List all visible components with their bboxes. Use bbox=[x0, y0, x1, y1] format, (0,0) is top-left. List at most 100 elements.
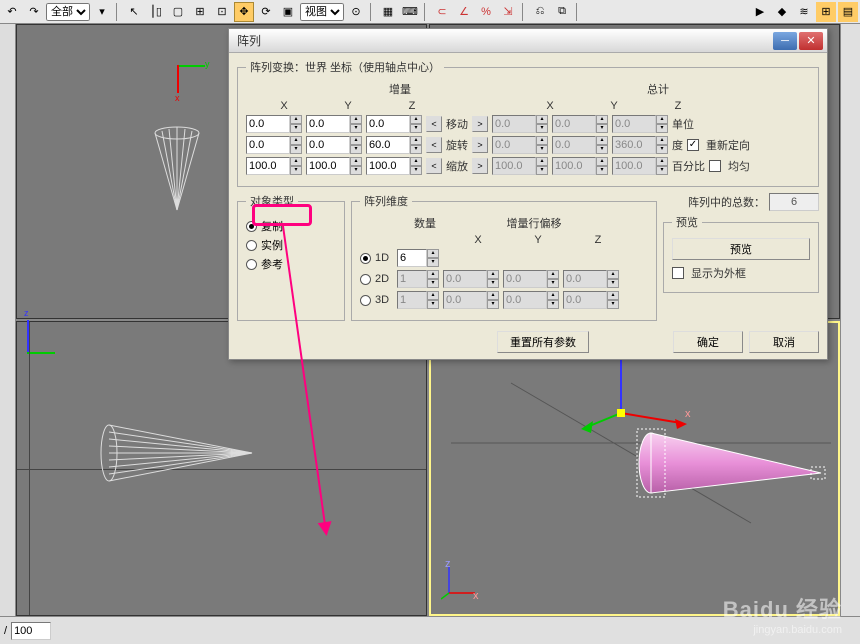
rot-ix-input[interactable] bbox=[246, 136, 290, 154]
undo-icon[interactable]: ↶ bbox=[2, 2, 22, 22]
uniform-checkbox[interactable] bbox=[709, 160, 721, 172]
scale-iy-input[interactable] bbox=[306, 157, 350, 175]
spinner-icon[interactable]: ▴▾ bbox=[427, 291, 439, 309]
minimize-button[interactable]: ─ bbox=[773, 32, 797, 50]
scale-tz-input bbox=[612, 157, 656, 175]
move-iy-input[interactable] bbox=[306, 115, 350, 133]
move-icon[interactable]: ✥ bbox=[234, 2, 254, 22]
scope-select[interactable]: 全部 bbox=[46, 3, 90, 21]
spinner-icon[interactable]: ▴▾ bbox=[547, 291, 559, 309]
wireframe-checkbox-row[interactable]: 显示为外框 bbox=[672, 265, 810, 281]
refsys-select[interactable]: 视图 bbox=[300, 3, 344, 21]
layers-icon[interactable]: ◆ bbox=[772, 2, 792, 22]
group-legend: 阵列维度 bbox=[360, 193, 412, 209]
move-iz-input[interactable] bbox=[366, 115, 410, 133]
spinner-icon[interactable]: ▴▾ bbox=[350, 157, 362, 175]
scale-icon[interactable]: ▣ bbox=[278, 2, 298, 22]
spinner-icon[interactable]: ▴▾ bbox=[350, 136, 362, 154]
select-window-icon[interactable]: ⊞ bbox=[190, 2, 210, 22]
spinner-icon[interactable]: ▴▾ bbox=[536, 157, 548, 175]
schematic-icon[interactable]: ⊞ bbox=[816, 2, 836, 22]
spinner-icon[interactable]: ▴▾ bbox=[607, 291, 619, 309]
spinner-icon[interactable]: ▴▾ bbox=[536, 136, 548, 154]
spinner-icon[interactable]: ▴▾ bbox=[410, 157, 422, 175]
spinner-icon[interactable]: ▴▾ bbox=[536, 115, 548, 133]
scale-ix-input[interactable] bbox=[246, 157, 290, 175]
move-ix-input[interactable] bbox=[246, 115, 290, 133]
dialog-title-text: 阵列 bbox=[233, 32, 261, 49]
align-icon[interactable]: ▶ bbox=[750, 2, 770, 22]
right-arrow-icon[interactable]: > bbox=[472, 116, 488, 132]
redo-icon[interactable]: ↷ bbox=[24, 2, 44, 22]
select-name-icon[interactable]: ⎮▯ bbox=[146, 2, 166, 22]
left-arrow-icon[interactable]: < bbox=[426, 158, 442, 174]
reorient-checkbox[interactable] bbox=[687, 139, 699, 151]
instance-radio[interactable]: 实例 bbox=[246, 237, 336, 253]
command-panel[interactable] bbox=[840, 24, 860, 616]
right-arrow-icon[interactable]: > bbox=[472, 158, 488, 174]
material-icon[interactable]: ▤ bbox=[838, 2, 858, 22]
copy-radio[interactable]: 复制 bbox=[246, 218, 336, 234]
left-arrow-icon[interactable]: < bbox=[426, 116, 442, 132]
cone-shaded[interactable] bbox=[631, 423, 831, 523]
right-arrow-icon[interactable]: > bbox=[472, 137, 488, 153]
main-toolbar: ↶ ↷ 全部 ▾ ↖ ⎮▯ ▢ ⊞ ⊡ ✥ ⟳ ▣ 视图 ⊙ ▦ ⌨ ⊂ ∠ %… bbox=[0, 0, 860, 24]
grid-v bbox=[29, 322, 30, 615]
left-arrow-icon[interactable]: < bbox=[426, 137, 442, 153]
percent-snap-icon[interactable]: % bbox=[476, 2, 496, 22]
curve-editor-icon[interactable]: ≋ bbox=[794, 2, 814, 22]
spinner-icon[interactable]: ▴▾ bbox=[487, 291, 499, 309]
spinner-icon[interactable]: ▴▾ bbox=[596, 136, 608, 154]
keyboard-icon[interactable]: ⌨ bbox=[400, 2, 420, 22]
reset-button[interactable]: 重置所有参数 bbox=[497, 331, 589, 353]
mirror-icon[interactable]: ⧉ bbox=[552, 2, 572, 22]
dropdown-icon[interactable]: ▾ bbox=[92, 2, 112, 22]
spinner-icon[interactable]: ▴▾ bbox=[596, 115, 608, 133]
cancel-button[interactable]: 取消 bbox=[749, 331, 819, 353]
spinner-icon[interactable]: ▴▾ bbox=[427, 249, 439, 267]
select-rect-icon[interactable]: ▢ bbox=[168, 2, 188, 22]
rot-iz-input[interactable] bbox=[366, 136, 410, 154]
spinner-icon[interactable]: ▴▾ bbox=[656, 157, 668, 175]
spinner-icon[interactable]: ▴▾ bbox=[487, 270, 499, 288]
move-tz-input bbox=[612, 115, 656, 133]
viewport-left[interactable]: z bbox=[16, 321, 427, 616]
ok-button[interactable]: 确定 bbox=[673, 331, 743, 353]
preview-button[interactable]: 预览 bbox=[672, 238, 810, 260]
manip-icon[interactable]: ▦ bbox=[378, 2, 398, 22]
rotate-icon[interactable]: ⟳ bbox=[256, 2, 276, 22]
snap-icon[interactable]: ⊂ bbox=[432, 2, 452, 22]
spinner-icon[interactable]: ▴▾ bbox=[607, 270, 619, 288]
center-icon[interactable]: ⊙ bbox=[346, 2, 366, 22]
unit-label: 度 bbox=[672, 137, 683, 153]
spinner-icon[interactable]: ▴▾ bbox=[427, 270, 439, 288]
angle-snap-icon[interactable]: ∠ bbox=[454, 2, 474, 22]
spinner-icon[interactable]: ▴▾ bbox=[290, 115, 302, 133]
spinner-snap-icon[interactable]: ⇲ bbox=[498, 2, 518, 22]
scale-iz-input[interactable] bbox=[366, 157, 410, 175]
viewport-perspective[interactable]: 透视 z x bbox=[429, 321, 840, 616]
wireframe-checkbox[interactable] bbox=[672, 267, 684, 279]
spinner-icon[interactable]: ▴▾ bbox=[656, 136, 668, 154]
reference-radio[interactable]: 参考 bbox=[246, 256, 336, 272]
named-sel-icon[interactable]: ⎌ bbox=[530, 2, 550, 22]
spinner-icon[interactable]: ▴▾ bbox=[290, 157, 302, 175]
dim-2d-radio[interactable] bbox=[360, 274, 371, 285]
rot-iy-input[interactable] bbox=[306, 136, 350, 154]
dim-1d-radio[interactable] bbox=[360, 253, 371, 264]
spinner-icon[interactable]: ▴▾ bbox=[290, 136, 302, 154]
close-button[interactable]: ✕ bbox=[799, 32, 823, 50]
frame-input[interactable] bbox=[11, 622, 51, 640]
dialog-titlebar[interactable]: 阵列 ─ ✕ bbox=[229, 29, 827, 53]
spinner-icon[interactable]: ▴▾ bbox=[410, 115, 422, 133]
spinner-icon[interactable]: ▴▾ bbox=[350, 115, 362, 133]
spinner-icon[interactable]: ▴▾ bbox=[410, 136, 422, 154]
spinner-icon[interactable]: ▴▾ bbox=[547, 270, 559, 288]
select-filter-icon[interactable]: ⊡ bbox=[212, 2, 232, 22]
spinner-icon[interactable]: ▴▾ bbox=[656, 115, 668, 133]
d1-count-input[interactable] bbox=[397, 249, 427, 267]
spinner-icon[interactable]: ▴▾ bbox=[596, 157, 608, 175]
dim-3d-radio[interactable] bbox=[360, 295, 371, 306]
select-icon[interactable]: ↖ bbox=[124, 2, 144, 22]
dim-2d-row: 2D ▴▾ ▴▾ ▴▾ ▴▾ bbox=[360, 270, 648, 288]
